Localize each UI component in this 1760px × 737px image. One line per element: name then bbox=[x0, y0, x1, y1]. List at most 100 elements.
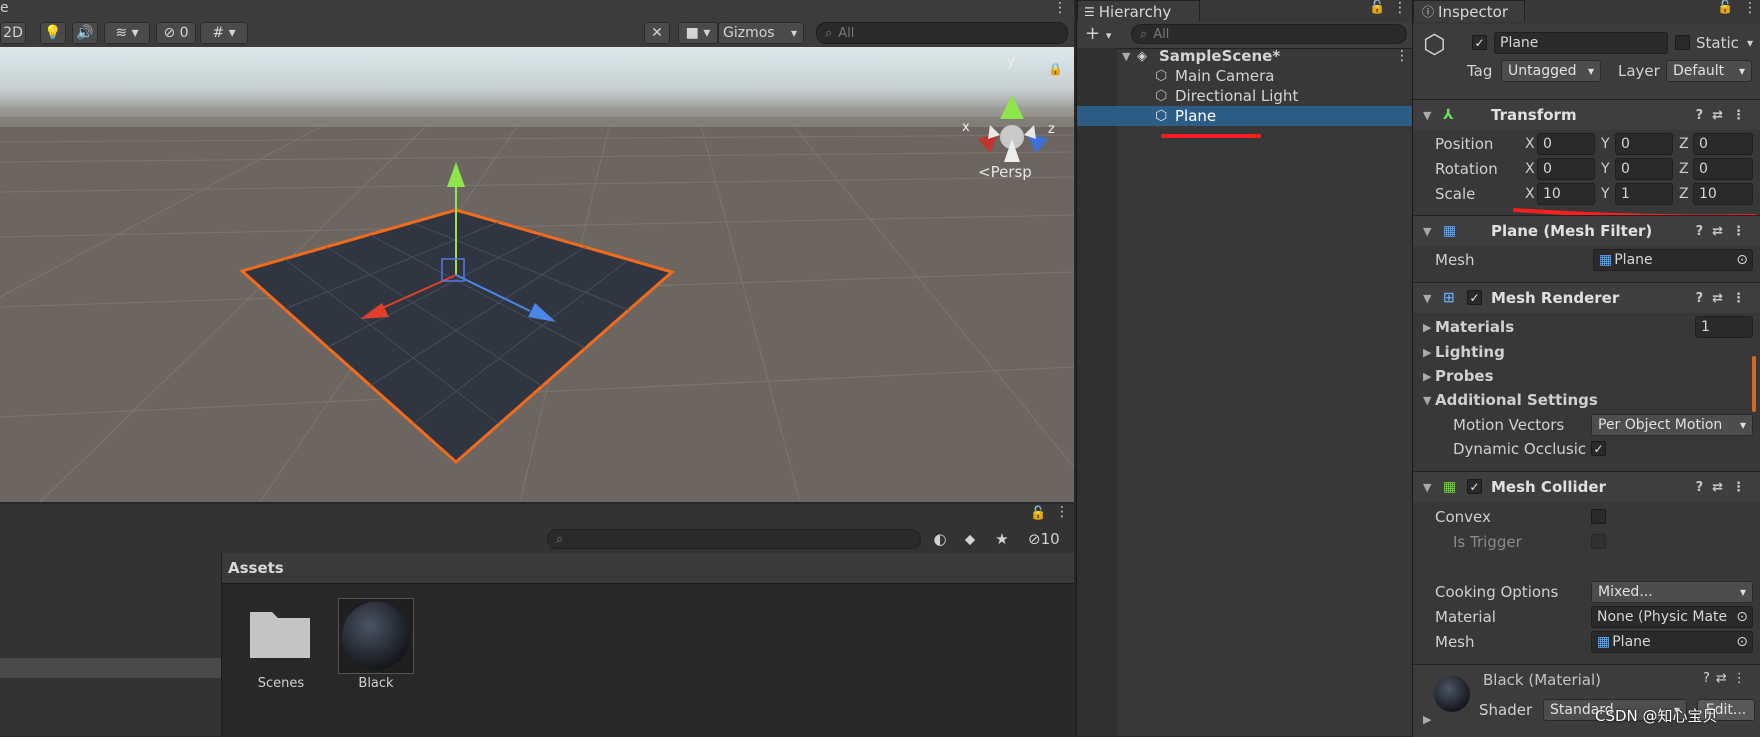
expand-arrow-icon[interactable]: ▶ bbox=[1423, 713, 1431, 726]
convex-checkbox[interactable] bbox=[1591, 509, 1606, 524]
component-header-icons[interactable]: ?⇄⋮ bbox=[1696, 480, 1754, 495]
audio-toggle-icon[interactable]: 🔊 bbox=[72, 22, 98, 44]
scene-tab-title[interactable]: e bbox=[0, 0, 9, 16]
cooking-options-dropdown[interactable]: Mixed... bbox=[1591, 581, 1753, 603]
expand-arrow-icon[interactable]: ▶ bbox=[1423, 346, 1431, 359]
mesh-collider-header[interactable]: ▼ ▦ ✓ Mesh Collider ?⇄⋮ bbox=[1413, 471, 1760, 502]
position-z-input[interactable]: 0 bbox=[1693, 133, 1753, 155]
materials-count-input[interactable]: 1 bbox=[1695, 316, 1753, 338]
motion-vectors-dropdown[interactable]: Per Object Motion bbox=[1591, 414, 1753, 436]
folder-tree-selected-row[interactable] bbox=[0, 658, 221, 678]
add-object-icon[interactable]: + ▾ bbox=[1085, 23, 1111, 44]
scene-viewport[interactable]: x y z 🔒 <Persp bbox=[0, 47, 1074, 502]
layer-dropdown[interactable]: Default bbox=[1666, 60, 1752, 82]
hidden-packages-toggle[interactable]: ⊘ 10 bbox=[1028, 529, 1060, 549]
rotation-x-input[interactable]: 0 bbox=[1537, 158, 1595, 180]
material-sphere-icon[interactable] bbox=[338, 598, 414, 674]
dynamic-occlusion-checkbox[interactable]: ✓ bbox=[1591, 441, 1606, 456]
scale-x-input[interactable]: 10 bbox=[1537, 183, 1595, 205]
collapse-arrow-icon[interactable]: ▼ bbox=[1423, 481, 1431, 494]
list-item[interactable]: ⬡ Directional Light bbox=[1077, 86, 1412, 106]
effects-dropdown-icon[interactable]: ≋ ▾ bbox=[104, 22, 150, 44]
tab-inspector[interactable]: ⓘ Inspector bbox=[1413, 0, 1525, 22]
lighting-toggle-icon[interactable]: 💡 bbox=[40, 22, 66, 44]
object-picker-icon[interactable]: ⊙ bbox=[1736, 634, 1748, 650]
grid-snap-dropdown-icon[interactable]: # ▾ bbox=[200, 22, 248, 44]
component-header-icons[interactable]: ?⇄⋮ bbox=[1696, 224, 1754, 239]
label-filter-icon[interactable]: ⬥ bbox=[960, 529, 980, 549]
assets-header-label[interactable]: Assets bbox=[228, 559, 284, 577]
more-menu-icon[interactable]: ⋮ bbox=[1055, 504, 1069, 520]
hierarchy-search-input[interactable]: ⌕ All bbox=[1131, 24, 1407, 44]
project-search-input[interactable]: ⌕ bbox=[547, 529, 921, 549]
static-checkbox[interactable] bbox=[1675, 35, 1690, 50]
collapse-arrow-icon[interactable]: ▼ bbox=[1423, 109, 1431, 122]
mesh-label: Mesh bbox=[1435, 633, 1475, 651]
object-picker-icon[interactable]: ⊙ bbox=[1736, 609, 1748, 625]
lighting-row[interactable]: ▶ Lighting bbox=[1413, 341, 1760, 363]
rotation-z-input[interactable]: 0 bbox=[1693, 158, 1753, 180]
more-menu-icon[interactable]: ⋮ bbox=[1743, 0, 1757, 16]
lock-icon[interactable]: 🔓 bbox=[1717, 0, 1733, 15]
material-sphere-icon[interactable] bbox=[1433, 675, 1471, 713]
scene-menu-icon[interactable]: ⋮ bbox=[1395, 48, 1409, 64]
object-picker-icon[interactable]: ⊙ bbox=[1736, 252, 1748, 268]
folder-icon[interactable] bbox=[250, 604, 310, 660]
scene-row[interactable]: ▼ ◈ SampleScene* ⋮ bbox=[1077, 46, 1412, 66]
scale-y-input[interactable]: 1 bbox=[1615, 183, 1673, 205]
inspector-scrollbar[interactable] bbox=[1752, 356, 1756, 412]
search-by-type-icon[interactable]: ◐ bbox=[930, 529, 950, 549]
list-item[interactable]: ⬡ Main Camera bbox=[1077, 66, 1412, 86]
asset-label-black[interactable]: Black bbox=[321, 676, 431, 691]
position-y-input[interactable]: 0 bbox=[1615, 133, 1673, 155]
lock-icon[interactable]: 🔒 bbox=[1048, 62, 1063, 76]
mesh-collider-enabled-checkbox[interactable]: ✓ bbox=[1467, 479, 1482, 494]
materials-row[interactable]: ▶ Materials 1 bbox=[1413, 316, 1760, 338]
favorite-star-icon[interactable]: ★ bbox=[992, 529, 1012, 549]
collapse-arrow-icon[interactable]: ▼ bbox=[1423, 225, 1431, 238]
collider-mesh-field[interactable]: ▦ Plane ⊙ bbox=[1591, 631, 1753, 653]
object-name-input[interactable]: Plane bbox=[1494, 32, 1668, 54]
gameobject-cube-icon[interactable]: ⬡ bbox=[1423, 30, 1446, 60]
position-x-input[interactable]: 0 bbox=[1537, 133, 1595, 155]
active-checkbox[interactable]: ✓ bbox=[1472, 35, 1487, 50]
probes-row[interactable]: ▶ Probes bbox=[1413, 365, 1760, 387]
hidden-objects-toggle[interactable]: ⊘ 0 bbox=[156, 22, 196, 44]
lock-icon[interactable]: 🔓 bbox=[1030, 506, 1046, 521]
expand-arrow-icon[interactable]: ▼ bbox=[1122, 50, 1130, 63]
tab-hierarchy[interactable]: ☰ Hierarchy bbox=[1077, 0, 1200, 22]
persp-label[interactable]: <Persp bbox=[978, 163, 1032, 181]
collapse-arrow-icon[interactable]: ▼ bbox=[1423, 394, 1431, 407]
mesh-object-field[interactable]: ▦ Plane ⊙ bbox=[1593, 249, 1753, 271]
gizmo-x-label: x bbox=[962, 120, 970, 135]
2d-toggle-button[interactable]: 2D bbox=[0, 22, 26, 44]
mesh-renderer-enabled-checkbox[interactable]: ✓ bbox=[1467, 290, 1482, 305]
expand-arrow-icon[interactable]: ▶ bbox=[1423, 321, 1431, 334]
static-label[interactable]: Static bbox=[1696, 34, 1739, 52]
more-menu-icon[interactable]: ⋮ bbox=[1053, 0, 1067, 16]
component-header-icons[interactable]: ?⇄⋮ bbox=[1696, 291, 1754, 306]
camera-dropdown-icon[interactable]: ■ ▾ bbox=[678, 22, 718, 44]
mesh-renderer-header[interactable]: ▼ ⊞ ✓ Mesh Renderer ?⇄⋮ bbox=[1413, 282, 1760, 313]
expand-arrow-icon[interactable]: ▶ bbox=[1423, 370, 1431, 383]
scale-z-input[interactable]: 10 bbox=[1693, 183, 1753, 205]
component-header-icons[interactable]: ?⇄⋮ bbox=[1696, 108, 1754, 123]
mesh-filter-header[interactable]: ▼ ▦ Plane (Mesh Filter) ?⇄⋮ bbox=[1413, 215, 1760, 246]
additional-settings-row[interactable]: ▼ Additional Settings bbox=[1413, 389, 1760, 411]
physic-material-field[interactable]: None (Physic Mate ⊙ bbox=[1591, 606, 1753, 628]
scene-3d-view[interactable]: x y z 🔒 <Persp bbox=[0, 47, 1074, 502]
more-menu-icon[interactable]: ⋮ bbox=[1393, 0, 1407, 16]
material-header-icons[interactable]: ?⇄⋮ bbox=[1703, 671, 1752, 686]
collapse-arrow-icon[interactable]: ▼ bbox=[1423, 292, 1431, 305]
tag-dropdown[interactable]: Untagged bbox=[1501, 60, 1601, 82]
gizmos-dropdown[interactable]: Gizmos ▾ bbox=[718, 22, 804, 44]
scene-search-input[interactable]: ⌕ All bbox=[816, 22, 1068, 44]
list-item-selected[interactable]: ⬡ Plane bbox=[1077, 106, 1412, 126]
collider-material-row: Material None (Physic Mate ⊙ bbox=[1413, 606, 1760, 628]
transform-header[interactable]: ▼ ⅄ Transform ?⇄⋮ bbox=[1413, 99, 1760, 130]
rotation-y-input[interactable]: 0 bbox=[1615, 158, 1673, 180]
asset-label-scenes[interactable]: Scenes bbox=[226, 676, 336, 691]
tools-icon[interactable]: ✕ bbox=[644, 22, 670, 44]
chevron-down-icon[interactable]: ▾ bbox=[1747, 36, 1753, 50]
lock-icon[interactable]: 🔓 bbox=[1369, 0, 1385, 15]
